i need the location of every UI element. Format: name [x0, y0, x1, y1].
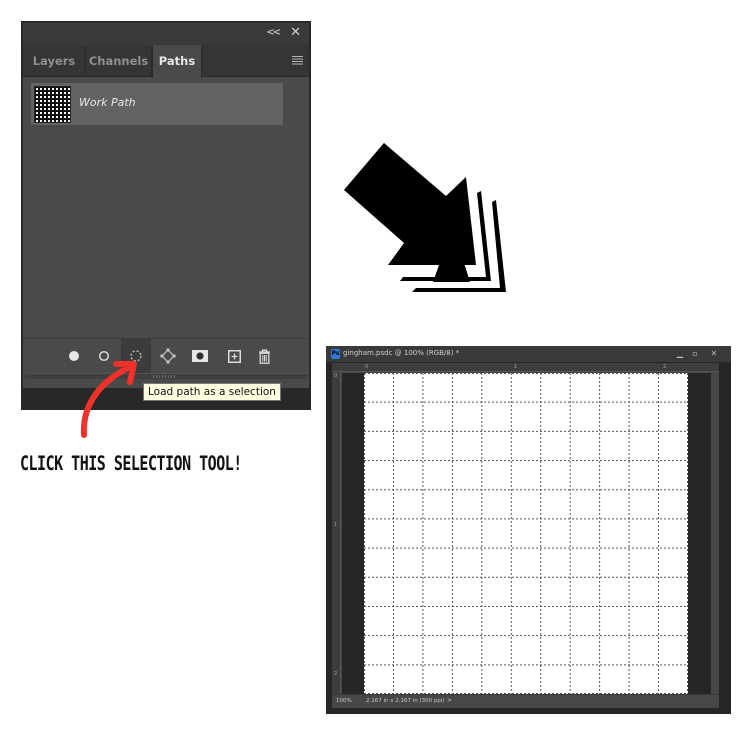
new-path-button[interactable]: [219, 339, 249, 373]
ruler-label: 1: [334, 522, 338, 528]
zoom-level[interactable]: 100%: [336, 698, 352, 704]
resize-grip[interactable]: [153, 375, 175, 378]
panel-scrollbar[interactable]: [287, 81, 309, 331]
document-content: 0 1 2 0 1 2 100% 2.167 in x 2.167 in (30…: [332, 363, 719, 708]
vertical-scrollbar[interactable]: [711, 372, 719, 694]
ruler-label: 0: [334, 373, 338, 379]
maximize-icon[interactable]: ▫: [688, 348, 702, 359]
add-mask-button[interactable]: [185, 339, 215, 373]
selection-grid: [364, 373, 688, 694]
ruler-label: 2: [663, 364, 667, 370]
make-work-path-button[interactable]: [153, 339, 183, 373]
path-name: Work Path: [79, 96, 136, 109]
make-work-path-icon: [160, 348, 176, 364]
horizontal-ruler: 0 1 2: [332, 363, 719, 372]
status-menu-chevron[interactable]: >: [447, 697, 452, 704]
ruler-label: 1: [514, 364, 518, 370]
tab-channels[interactable]: Channels: [86, 45, 152, 77]
pasteboard: [342, 373, 711, 694]
hamburger-menu-icon[interactable]: [292, 56, 303, 65]
tab-paths[interactable]: Paths: [152, 45, 202, 78]
new-path-icon: [227, 349, 241, 363]
double-chevron-left-icon[interactable]: <<: [266, 27, 281, 38]
minimize-icon[interactable]: ▁: [673, 348, 687, 359]
panel-tabs: Layers Channels Paths: [23, 45, 309, 78]
panel-title-bar: << ✕: [23, 23, 309, 45]
document-info: 2.167 in x 2.167 in (300 ppi): [366, 698, 445, 704]
panel-body: << ✕ Layers Channels Paths Work Path: [23, 23, 309, 388]
trash-icon: [258, 349, 270, 364]
status-bar: 100% 2.167 in x 2.167 in (300 ppi) >: [332, 694, 719, 708]
red-curved-arrow-icon: [80, 361, 137, 438]
close-icon[interactable]: ✕: [290, 25, 301, 40]
ruler-label: 0: [365, 364, 369, 370]
instruction-caption: CLICK THIS SELECTION TOOL!: [20, 452, 242, 476]
add-mask-icon: [192, 350, 208, 362]
photoshop-doc-icon: Ps: [331, 349, 340, 359]
canvas[interactable]: [364, 373, 688, 694]
document-title-bar: Ps gingham.psdc @ 100% (RGB/8) * ▁ ▫ ✕: [326, 346, 731, 362]
delete-path-button[interactable]: [249, 339, 279, 373]
path-thumbnail: [34, 86, 71, 123]
document-title: gingham.psdc @ 100% (RGB/8) *: [343, 349, 460, 357]
tab-layers[interactable]: Layers: [23, 45, 86, 77]
document-window: Ps gingham.psdc @ 100% (RGB/8) * ▁ ▫ ✕ 0…: [326, 346, 731, 714]
path-item-work-path[interactable]: Work Path: [31, 83, 283, 125]
tooltip: Load path as a selection: [143, 383, 281, 401]
ruler-label: 2: [334, 671, 338, 677]
close-icon[interactable]: ✕: [707, 348, 721, 359]
big-arrow-down-right-icon: [344, 143, 506, 292]
vertical-ruler: 0 1 2: [332, 372, 341, 694]
